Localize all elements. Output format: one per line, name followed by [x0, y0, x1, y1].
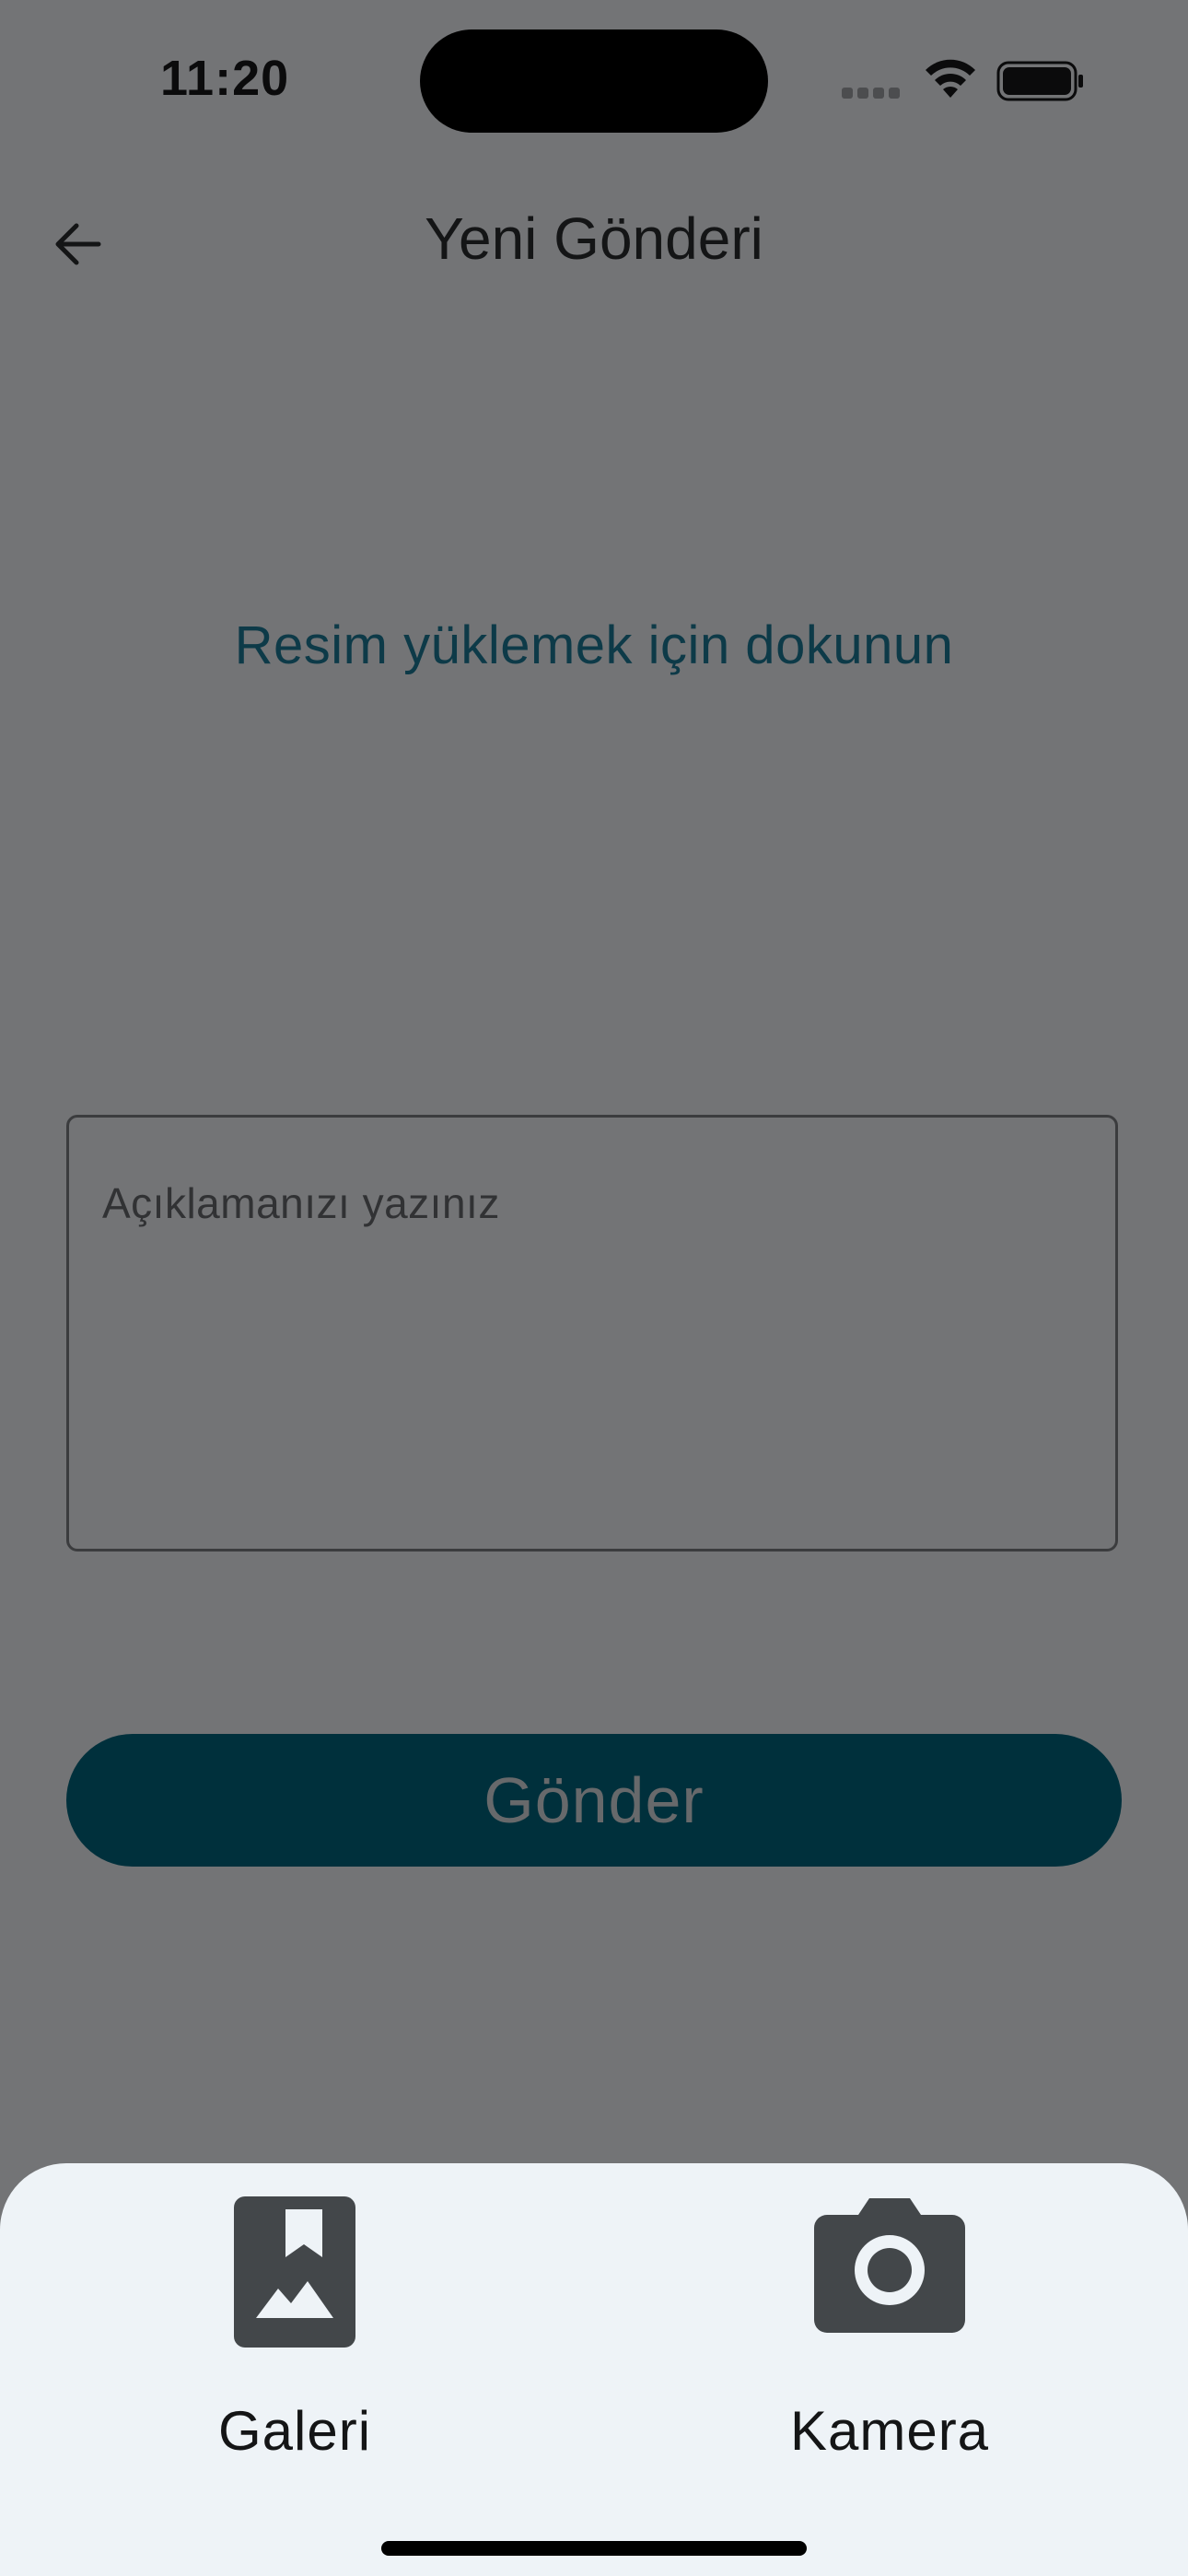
submit-label: Gönder [483, 1764, 705, 1836]
dynamic-island [420, 29, 768, 133]
gallery-option[interactable]: Galeri [147, 2196, 442, 2473]
submit-button[interactable]: Gönder [66, 1734, 1122, 1867]
home-indicator[interactable] [381, 2541, 807, 2556]
status-bar: 11:20 [0, 0, 1188, 166]
wifi-icon [923, 57, 978, 104]
gallery-label: Galeri [217, 2400, 372, 2462]
camera-option[interactable]: Kamera [742, 2196, 1037, 2473]
status-time: 11:20 [160, 51, 290, 106]
image-source-sheet: Galeri Kamera [0, 2163, 1188, 2576]
gallery-icon [234, 2196, 355, 2353]
camera-icon [814, 2196, 965, 2353]
upload-prompt: Resim yüklemek için dokunun [234, 615, 954, 675]
camera-label: Kamera [789, 2400, 990, 2462]
description-placeholder: Açıklamanızı yazınız [102, 1179, 500, 1227]
app-bar: Yeni Gönderi [0, 166, 1188, 317]
cellular-signal-icon [842, 87, 906, 100]
image-upload-area[interactable]: Resim yüklemek için dokunun [66, 387, 1122, 903]
battery-icon [996, 61, 1085, 106]
page-title: Yeni Gönderi [425, 205, 763, 272]
description-field[interactable]: Açıklamanızı yazınız [66, 1115, 1118, 1551]
